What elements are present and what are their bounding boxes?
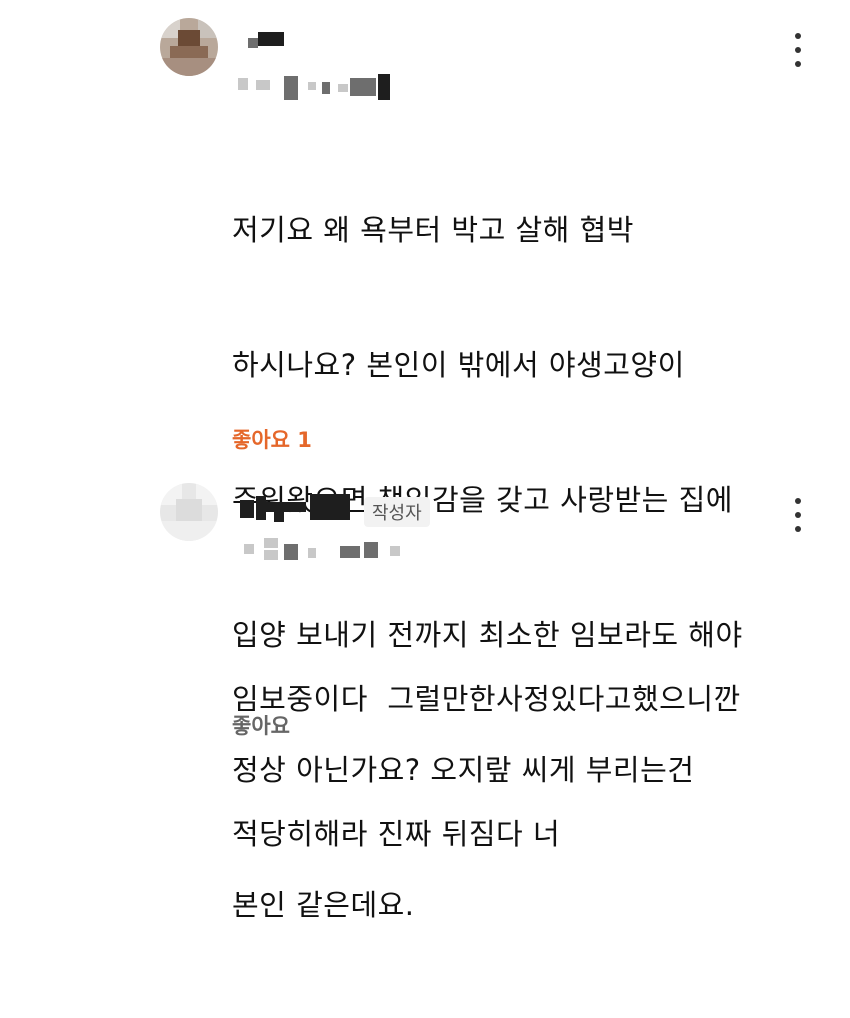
reply-line: 임보중이다 그럴만한사정있다고했으니깐	[232, 682, 741, 716]
comment-line: 주워왔으면 책임감을 갖고 사랑받는 집에	[232, 483, 733, 517]
like-button[interactable]: 좋아요	[232, 710, 290, 740]
avatar[interactable]	[160, 18, 218, 76]
author-badge: 작성자	[364, 497, 430, 527]
reply-line: 적당히해라 진짜 뒤짐다 너	[232, 817, 561, 851]
more-vertical-icon	[795, 498, 801, 504]
like-button[interactable]: 좋아요 1	[232, 424, 312, 454]
more-vertical-icon	[795, 33, 801, 39]
more-options-button[interactable]	[793, 33, 803, 73]
reply-body: 임보중이다 그럴만한사정있다고했으니깐 적당히해라 진짜 뒤짐다 너	[232, 587, 741, 947]
comment-line: 하시나요? 본인이 밖에서 야생고양이	[232, 348, 685, 382]
avatar[interactable]	[160, 483, 218, 541]
more-options-button[interactable]	[793, 498, 803, 538]
comment-line: 저기요 왜 욕부터 박고 살해 협박	[232, 213, 634, 247]
